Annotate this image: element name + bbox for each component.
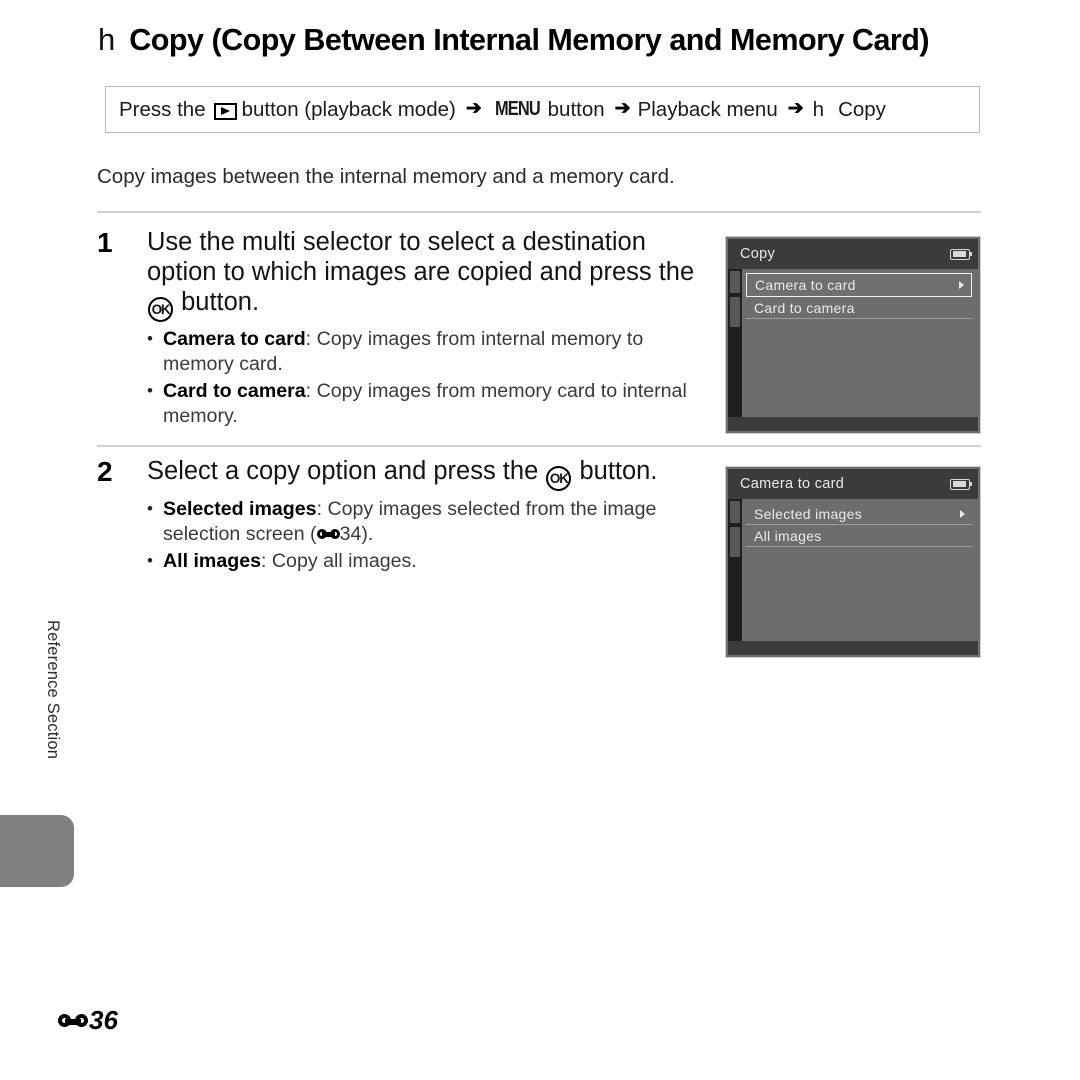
bullet-term: Selected images (163, 498, 317, 521)
chevron-right-icon (959, 281, 964, 289)
nav-text-button-playback-mode: button (playback mode) (241, 97, 456, 121)
screen-2-title: Camera to card (740, 476, 845, 492)
menu-button-icon: MENU (494, 98, 541, 120)
nav-text-copy: Copy (838, 97, 886, 121)
screen-2-header: Camera to card (728, 469, 978, 499)
list-item: • Card to camera: Copy images from memor… (147, 379, 717, 429)
sidebar-tab-segment (730, 271, 740, 293)
step-1-heading: 1 Use the multi selector to select a des… (97, 227, 717, 323)
menu-row-all-images[interactable]: All images (746, 525, 972, 547)
step-1: 1 Use the multi selector to select a des… (97, 227, 717, 431)
menu-row-card-to-camera[interactable]: Card to camera (746, 297, 972, 319)
bullet-dot-icon: • (147, 550, 153, 570)
screen-1-menu-list: Camera to card Card to camera (746, 273, 972, 319)
chevron-right-icon (960, 510, 965, 518)
bullet-dot-icon: • (147, 329, 153, 349)
bullet-separator: : (305, 379, 317, 402)
page-title: h Copy (Copy Between Internal Memory and… (98, 24, 988, 56)
step-1-title-part1: Use the multi selector to select a desti… (147, 228, 695, 287)
copy-menu-symbol-icon-nav: h (812, 97, 825, 121)
nav-text-playback-menu: Playback menu (637, 97, 778, 121)
screen-1-header: Copy (728, 239, 978, 269)
camera-screen-camera-to-card: Camera to card Selected images All image… (725, 466, 981, 658)
reference-section-icon (58, 1013, 88, 1030)
page-number: 36 (89, 1005, 118, 1035)
list-item: • All images: Copy all images. (147, 549, 717, 574)
bullet-term: Card to camera (163, 379, 306, 402)
bullet-separator: : (316, 498, 328, 521)
section-divider-1 (97, 211, 981, 213)
step-1-title: Use the multi selector to select a desti… (147, 227, 717, 323)
step-2-title-part2: button. (579, 457, 658, 485)
step-2: 2 Select a copy option and press the OK … (97, 456, 717, 576)
step-1-bullets: • Camera to card: Copy images from inter… (147, 327, 717, 429)
sidebar-tab-segment (730, 527, 740, 557)
bullet-ref-page: 34 (339, 523, 362, 546)
sidebar-tab-segment (730, 501, 740, 523)
copy-menu-symbol-icon: h (98, 22, 116, 57)
side-tab-marker (0, 815, 74, 887)
bullet-term: All images (163, 549, 262, 572)
ok-button-icon: OK (546, 466, 572, 491)
screen-1-title: Copy (740, 246, 776, 262)
bullet-dot-icon: • (147, 499, 153, 519)
screen-1-bottom-bar (728, 417, 978, 431)
menu-row-label: Selected images (754, 506, 863, 522)
list-item: • Selected images: Copy images selected … (147, 497, 717, 547)
ok-button-icon: OK (148, 297, 173, 323)
page-footer: 36 (58, 1005, 118, 1036)
screen-2-sidebar (728, 499, 742, 641)
arrow-icon-3: ➔ (787, 98, 804, 119)
navigation-path: Press the button (playback mode) ➔ MENU … (119, 98, 892, 122)
menu-row-label: All images (754, 528, 822, 544)
menu-row-camera-to-card[interactable]: Camera to card (746, 273, 972, 297)
step-2-title: Select a copy option and press the OK bu… (147, 456, 717, 491)
nav-text-press-the: Press the (119, 97, 206, 121)
screen-2-menu-list: Selected images All images (746, 503, 972, 547)
side-tab-label: Reference Section (44, 620, 62, 760)
nav-text-button: button (547, 97, 605, 121)
list-item: • Camera to card: Copy images from inter… (147, 327, 717, 377)
step-1-title-part2: button. (181, 288, 260, 317)
step-1-number: 1 (97, 227, 113, 258)
bullet-text: Copy all images. (271, 549, 417, 572)
screen-2-bottom-bar (728, 641, 978, 655)
reference-section-icon (316, 528, 340, 541)
menu-row-label: Camera to card (755, 277, 856, 293)
step-2-title-part1: Select a copy option and press the (147, 457, 539, 485)
step-2-heading: 2 Select a copy option and press the OK … (97, 456, 717, 491)
arrow-icon-1: ➔ (465, 98, 482, 119)
battery-icon (950, 248, 972, 260)
menu-row-selected-images[interactable]: Selected images (746, 503, 972, 525)
sidebar-tab-segment (730, 297, 740, 327)
section-divider-2 (97, 445, 981, 447)
menu-row-label: Card to camera (754, 300, 855, 316)
bullet-term: Camera to card (163, 328, 306, 351)
bullet-separator: : (261, 549, 272, 572)
bullet-dot-icon: • (147, 380, 153, 400)
bullet-text-tail: ). (361, 523, 374, 546)
playback-button-icon (213, 103, 237, 120)
camera-screen-copy: Copy Camera to card Card to camera (725, 236, 981, 434)
screen-1-sidebar (728, 269, 742, 417)
page-title-text: Copy (Copy Between Internal Memory and M… (129, 23, 930, 57)
step-2-bullets: • Selected images: Copy images selected … (147, 497, 717, 574)
bullet-separator: : (305, 328, 317, 351)
intro-paragraph: Copy images between the internal memory … (97, 165, 675, 188)
battery-icon (950, 478, 972, 490)
navigation-path-box: Press the button (playback mode) ➔ MENU … (105, 86, 980, 133)
manual-page: h Copy (Copy Between Internal Memory and… (0, 0, 1080, 1080)
step-2-number: 2 (97, 456, 113, 487)
arrow-icon-2: ➔ (614, 98, 631, 119)
